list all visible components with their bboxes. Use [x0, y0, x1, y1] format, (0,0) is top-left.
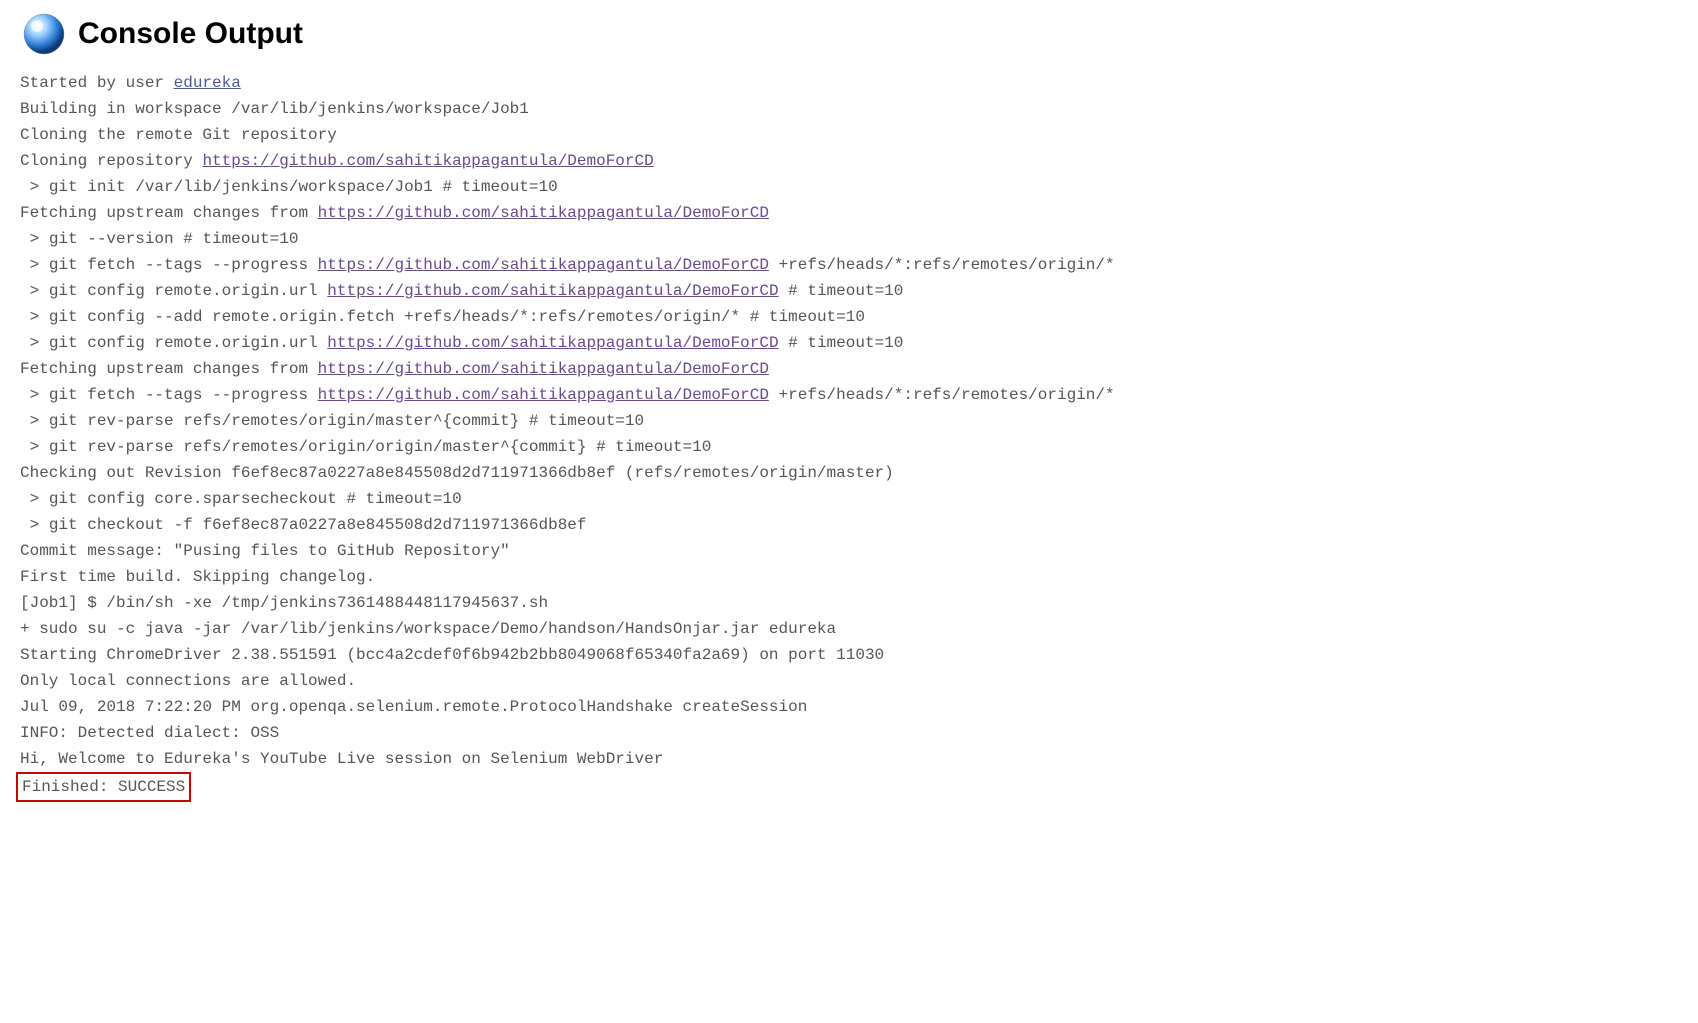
status-orb-icon: [20, 10, 68, 58]
console-line: > git --version # timeout=10: [20, 230, 298, 248]
console-line: Checking out Revision f6ef8ec87a0227a8e8…: [20, 464, 894, 482]
console-line: First time build. Skipping changelog.: [20, 568, 375, 586]
console-line: > git config core.sparsecheckout # timeo…: [20, 490, 462, 508]
console-line: > git rev-parse refs/remotes/origin/orig…: [20, 438, 711, 456]
console-line: [Job1] $ /bin/sh -xe /tmp/jenkins7361488…: [20, 594, 548, 612]
console-line: Building in workspace /var/lib/jenkins/w…: [20, 100, 529, 118]
console-output: Started by user edureka Building in work…: [20, 70, 1678, 802]
page-header: Console Output: [20, 10, 1678, 58]
console-line: > git fetch --tags --progress https://gi…: [20, 386, 1115, 404]
page-title: Console Output: [78, 17, 303, 51]
console-line: > git init /var/lib/jenkins/workspace/Jo…: [20, 178, 558, 196]
repo-link[interactable]: https://github.com/sahitikappagantula/De…: [318, 256, 769, 274]
console-line: > git fetch --tags --progress https://gi…: [20, 256, 1115, 274]
console-line: Only local connections are allowed.: [20, 672, 356, 690]
console-line: > git config remote.origin.url https://g…: [20, 334, 903, 352]
console-line: + sudo su -c java -jar /var/lib/jenkins/…: [20, 620, 836, 638]
console-line: > git checkout -f f6ef8ec87a0227a8e84550…: [20, 516, 587, 534]
console-line: > git config --add remote.origin.fetch +…: [20, 308, 865, 326]
console-line: > git config remote.origin.url https://g…: [20, 282, 903, 300]
console-line: Cloning the remote Git repository: [20, 126, 337, 144]
console-line: Commit message: "Pusing files to GitHub …: [20, 542, 510, 560]
console-line: > git rev-parse refs/remotes/origin/mast…: [20, 412, 644, 430]
repo-link[interactable]: https://github.com/sahitikappagantula/De…: [318, 360, 769, 378]
console-line: Cloning repository https://github.com/sa…: [20, 152, 654, 170]
repo-link[interactable]: https://github.com/sahitikappagantula/De…: [202, 152, 653, 170]
console-line: Jul 09, 2018 7:22:20 PM org.openqa.selen…: [20, 698, 807, 716]
repo-link[interactable]: https://github.com/sahitikappagantula/De…: [327, 334, 778, 352]
console-line: Fetching upstream changes from https://g…: [20, 360, 769, 378]
repo-link[interactable]: https://github.com/sahitikappagantula/De…: [318, 386, 769, 404]
console-line: INFO: Detected dialect: OSS: [20, 724, 279, 742]
repo-link[interactable]: https://github.com/sahitikappagantula/De…: [318, 204, 769, 222]
console-line: Started by user edureka: [20, 74, 241, 92]
console-line: Hi, Welcome to Edureka's YouTube Live se…: [20, 750, 663, 768]
console-line: Starting ChromeDriver 2.38.551591 (bcc4a…: [20, 646, 884, 664]
finished-status: Finished: SUCCESS: [16, 772, 191, 802]
console-line: Fetching upstream changes from https://g…: [20, 204, 769, 222]
repo-link[interactable]: https://github.com/sahitikappagantula/De…: [327, 282, 778, 300]
user-link[interactable]: edureka: [174, 74, 241, 92]
